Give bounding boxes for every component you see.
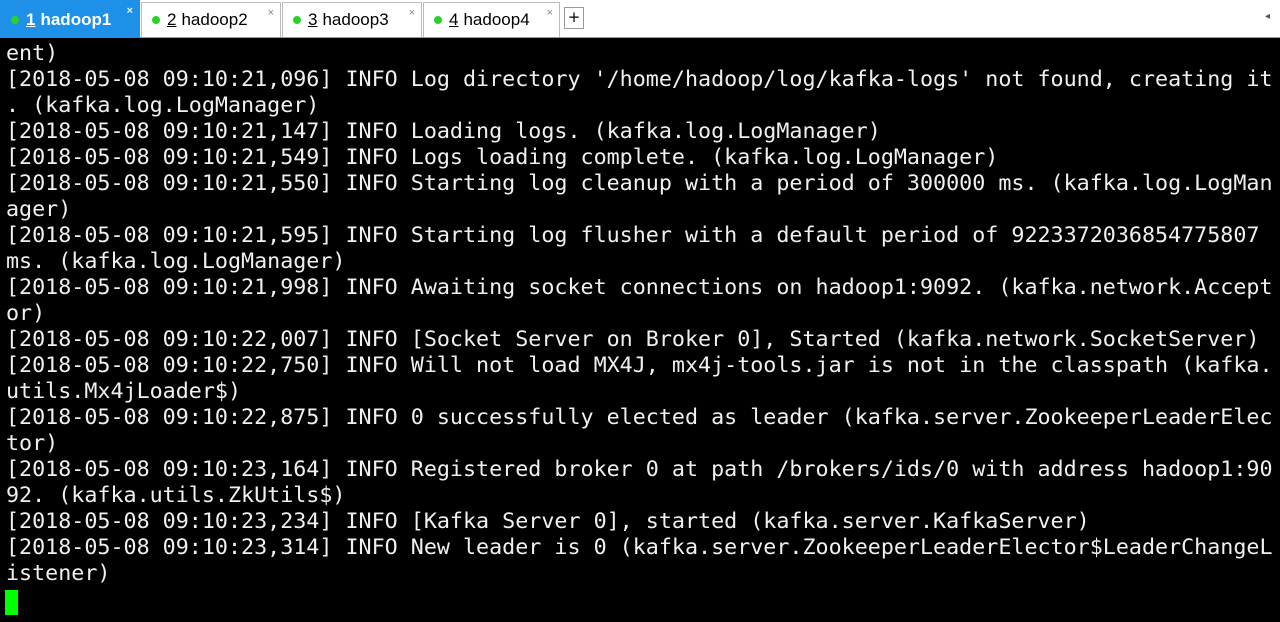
terminal-line: [2018-05-08 09:10:21,998] INFO Awaiting … xyxy=(6,275,1273,300)
terminal-line: [2018-05-08 09:10:21,147] INFO Loading l… xyxy=(6,119,881,144)
terminal-line: [2018-05-08 09:10:22,875] INFO 0 success… xyxy=(6,405,1273,430)
terminal-cursor xyxy=(5,590,18,615)
connection-status-icon xyxy=(11,15,19,24)
tab-title: hadoop3 xyxy=(322,10,389,29)
terminal-line: ager) xyxy=(6,197,72,222)
terminal-line: 92. (kafka.utils.ZkUtils$) xyxy=(6,483,346,508)
tab-hadoop1[interactable]: 1 hadoop1 × xyxy=(0,0,140,38)
tab-hadoop2[interactable]: 2 hadoop2 × xyxy=(141,2,281,37)
terminal-line: [2018-05-08 09:10:21,595] INFO Starting … xyxy=(6,223,1260,248)
tab-title: hadoop2 xyxy=(181,10,248,29)
terminal-line: utils.Mx4jLoader$) xyxy=(6,379,242,404)
tab-number: 2 xyxy=(167,10,177,29)
connection-status-icon xyxy=(152,16,160,24)
terminal-line: [2018-05-08 09:10:21,549] INFO Logs load… xyxy=(6,145,999,170)
tab-number: 1 xyxy=(26,9,36,29)
terminal-line: [2018-05-08 09:10:22,750] INFO Will not … xyxy=(6,353,1273,378)
close-icon[interactable]: × xyxy=(547,8,553,19)
terminal-line: [2018-05-08 09:10:23,234] INFO [Kafka Se… xyxy=(6,509,1090,534)
tab-title: hadoop1 xyxy=(40,9,112,29)
connection-status-icon xyxy=(293,16,301,24)
terminal-line: ent) xyxy=(6,41,59,66)
terminal-output[interactable]: ent) [2018-05-08 09:10:21,096] INFO Log d… xyxy=(0,38,1280,622)
close-icon[interactable]: × xyxy=(127,6,133,17)
tab-hadoop3[interactable]: 3 hadoop3 × xyxy=(282,2,422,37)
tab-number: 4 xyxy=(449,10,459,29)
terminal-line: [2018-05-08 09:10:21,096] INFO Log direc… xyxy=(6,67,1273,92)
close-icon[interactable]: × xyxy=(409,8,415,19)
tab-hadoop4[interactable]: 4 hadoop4 × xyxy=(423,2,560,37)
terminal-line: or) xyxy=(6,301,46,326)
connection-status-icon xyxy=(434,16,442,24)
terminal-line: [2018-05-08 09:10:23,314] INFO New leade… xyxy=(6,535,1273,560)
close-icon[interactable]: × xyxy=(268,8,274,19)
new-tab-button[interactable]: + xyxy=(564,7,584,29)
terminal-line: tor) xyxy=(6,431,59,456)
tab-title: hadoop4 xyxy=(463,10,530,29)
terminal-line: ms. (kafka.log.LogManager) xyxy=(6,249,346,274)
tab-menu-icon[interactable]: ◂ xyxy=(1265,11,1270,22)
terminal-line: [2018-05-08 09:10:23,164] INFO Registere… xyxy=(6,457,1273,482)
terminal-line: istener) xyxy=(6,561,111,586)
tab-bar: 1 hadoop1 × 2 hadoop2 × 3 hadoop3 × 4 ha… xyxy=(0,0,1280,38)
tab-number: 3 xyxy=(308,10,318,29)
terminal-line: [2018-05-08 09:10:22,007] INFO [Socket S… xyxy=(6,327,1260,352)
terminal-line: . (kafka.log.LogManager) xyxy=(6,93,320,118)
terminal-line: [2018-05-08 09:10:21,550] INFO Starting … xyxy=(6,171,1273,196)
